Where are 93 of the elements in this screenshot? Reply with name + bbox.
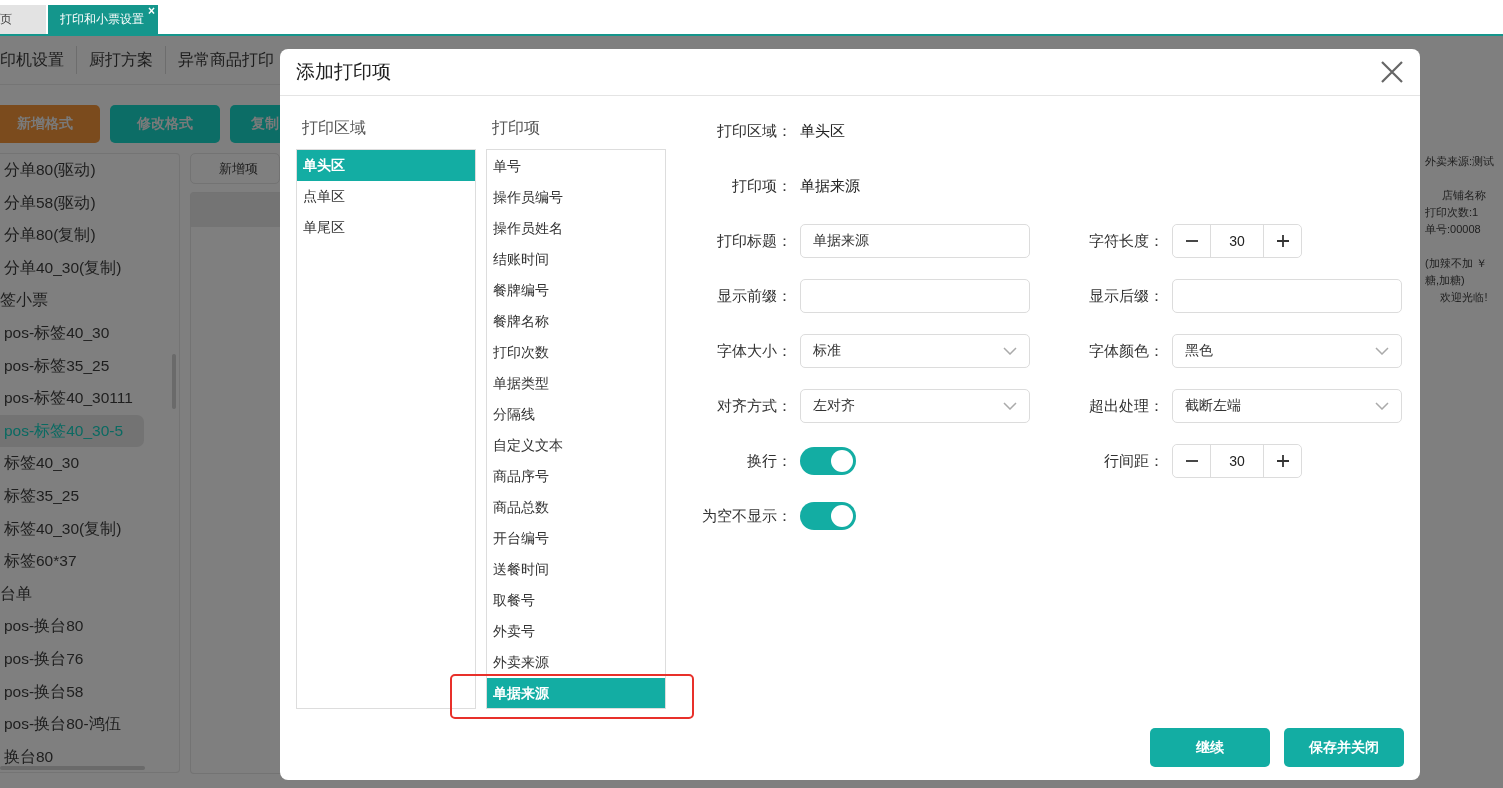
format-group[interactable]: 签小票: [0, 284, 179, 317]
print-item[interactable]: 餐牌名称: [487, 306, 665, 337]
format-item[interactable]: pos-换台76: [0, 642, 179, 676]
column-heading: 打印项: [492, 118, 541, 138]
field-value: 单头区: [800, 121, 846, 141]
column-heading: 打印区域: [302, 118, 367, 138]
close-icon[interactable]: ×: [148, 5, 155, 18]
area-item[interactable]: 单尾区: [297, 212, 475, 243]
field-label: 行间距：: [1103, 451, 1164, 471]
add-item-button[interactable]: 新增项: [190, 153, 280, 184]
select-value: 标准: [813, 342, 841, 360]
dialog-button[interactable]: 继续: [1150, 728, 1270, 767]
print-item[interactable]: 单号: [487, 151, 665, 182]
format-item[interactable]: 分单80(复制): [0, 219, 179, 252]
receipt-line: 单号:00008: [1425, 222, 1482, 237]
field-label: 打印区域：: [716, 121, 792, 141]
receipt-line: 欢迎光临!: [1439, 290, 1489, 305]
format-item[interactable]: 分单40_30(复制): [0, 251, 179, 285]
receipt-line: (加辣不加 ￥: [1425, 256, 1488, 271]
plus-icon: [1275, 234, 1290, 248]
format-item[interactable]: 标签60*37: [0, 545, 179, 578]
format-item[interactable]: pos-换台80-鸿伍: [0, 708, 179, 741]
field-label: 超出处理：: [1088, 396, 1164, 416]
field-label: 显示后缀：: [1088, 286, 1164, 306]
toggle-switch[interactable]: [800, 502, 856, 530]
field-label: 字体大小：: [716, 341, 792, 361]
print-item[interactable]: 单据来源: [487, 678, 665, 708]
input-field[interactable]: [800, 279, 1030, 313]
field-label: 对齐方式：: [716, 396, 792, 416]
field-label: 打印标题：: [716, 231, 792, 251]
format-item[interactable]: pos-换台58: [0, 675, 179, 709]
select-value: 黑色: [1185, 342, 1213, 360]
field-value: 单据来源: [800, 176, 861, 196]
browser-tab[interactable]: 打印和小票设置 ×: [48, 5, 158, 34]
print-item[interactable]: 操作员姓名: [487, 213, 665, 244]
chevron-down-icon: [1003, 347, 1017, 355]
field-label: 换行：: [746, 451, 792, 471]
chevron-down-icon: [1375, 347, 1389, 355]
toolbar-tab[interactable]: 厨打方案: [77, 49, 165, 71]
select-value: 左对齐: [813, 397, 855, 415]
format-item[interactable]: 分单58(驱动): [0, 186, 179, 220]
print-item[interactable]: 打印次数: [487, 337, 665, 368]
print-item[interactable]: 结账时间: [487, 244, 665, 275]
chevron-down-icon: [1003, 402, 1017, 410]
select-value: 截断左端: [1185, 397, 1241, 415]
select-field[interactable]: 截断左端: [1172, 389, 1402, 423]
receipt-line: 外卖来源:测试: [1425, 154, 1496, 169]
toolbar-tab[interactable]: 异常商品打印: [166, 49, 280, 71]
close-icon[interactable]: [1380, 60, 1404, 84]
toggle-switch[interactable]: [800, 447, 856, 475]
format-item[interactable]: pos-标签35_25: [0, 349, 179, 383]
field-label: 字体颜色：: [1088, 341, 1164, 361]
dialog-button[interactable]: 保存并关闭: [1284, 728, 1404, 767]
field-label: 字符长度：: [1088, 231, 1164, 251]
select-field[interactable]: 标准: [800, 334, 1030, 368]
receipt-line: 打印次数:1: [1425, 205, 1480, 220]
field-label: 显示前缀：: [716, 286, 792, 306]
input-field[interactable]: [1172, 279, 1402, 313]
print-item[interactable]: 外卖号: [487, 616, 665, 647]
print-item[interactable]: 商品总数: [487, 492, 665, 523]
print-item[interactable]: 取餐号: [487, 585, 665, 616]
select-field[interactable]: 黑色: [1172, 334, 1402, 368]
browser-tab[interactable]: 页: [0, 5, 46, 34]
plus-icon: [1275, 454, 1290, 468]
print-item[interactable]: 送餐时间: [487, 554, 665, 585]
print-item[interactable]: 外卖来源: [487, 647, 665, 678]
print-item[interactable]: 自定义文本: [487, 430, 665, 461]
select-field[interactable]: 左对齐: [800, 389, 1030, 423]
area-item[interactable]: 点单区: [297, 181, 475, 212]
print-item[interactable]: 开台编号: [487, 523, 665, 554]
field-label: 为空不显示：: [701, 506, 792, 526]
field-label: 打印项：: [731, 176, 792, 196]
format-group[interactable]: 台单: [0, 577, 179, 611]
print-item[interactable]: 操作员编号: [487, 182, 665, 213]
chevron-down-icon: [1375, 402, 1389, 410]
format-item[interactable]: 分单80(驱动): [0, 154, 179, 187]
dialog-title: 添加打印项: [296, 60, 391, 84]
print-item[interactable]: 分隔线: [487, 399, 665, 430]
receipt-line: 糖,加糖): [1425, 273, 1466, 288]
print-item[interactable]: 餐牌编号: [487, 275, 665, 306]
toolbar-tab[interactable]: 印机设置: [0, 49, 76, 71]
format-item[interactable]: 标签40_30(复制): [0, 512, 179, 546]
format-item[interactable]: pos-标签40_30: [0, 316, 179, 350]
format-item[interactable]: 标签35_25: [0, 479, 179, 513]
format-item[interactable]: 标签40_30: [0, 447, 179, 480]
print-item[interactable]: 商品序号: [487, 461, 665, 492]
format-item[interactable]: 换台80: [0, 740, 179, 772]
area-item[interactable]: 单头区: [297, 150, 475, 181]
input-field[interactable]: 单据来源: [800, 224, 1030, 258]
format-item[interactable]: pos-换台80: [0, 610, 179, 643]
print-item[interactable]: 单据类型: [487, 368, 665, 399]
receipt-line: 店铺名称: [1441, 188, 1487, 203]
format-item[interactable]: pos-标签40_30111: [0, 382, 179, 415]
